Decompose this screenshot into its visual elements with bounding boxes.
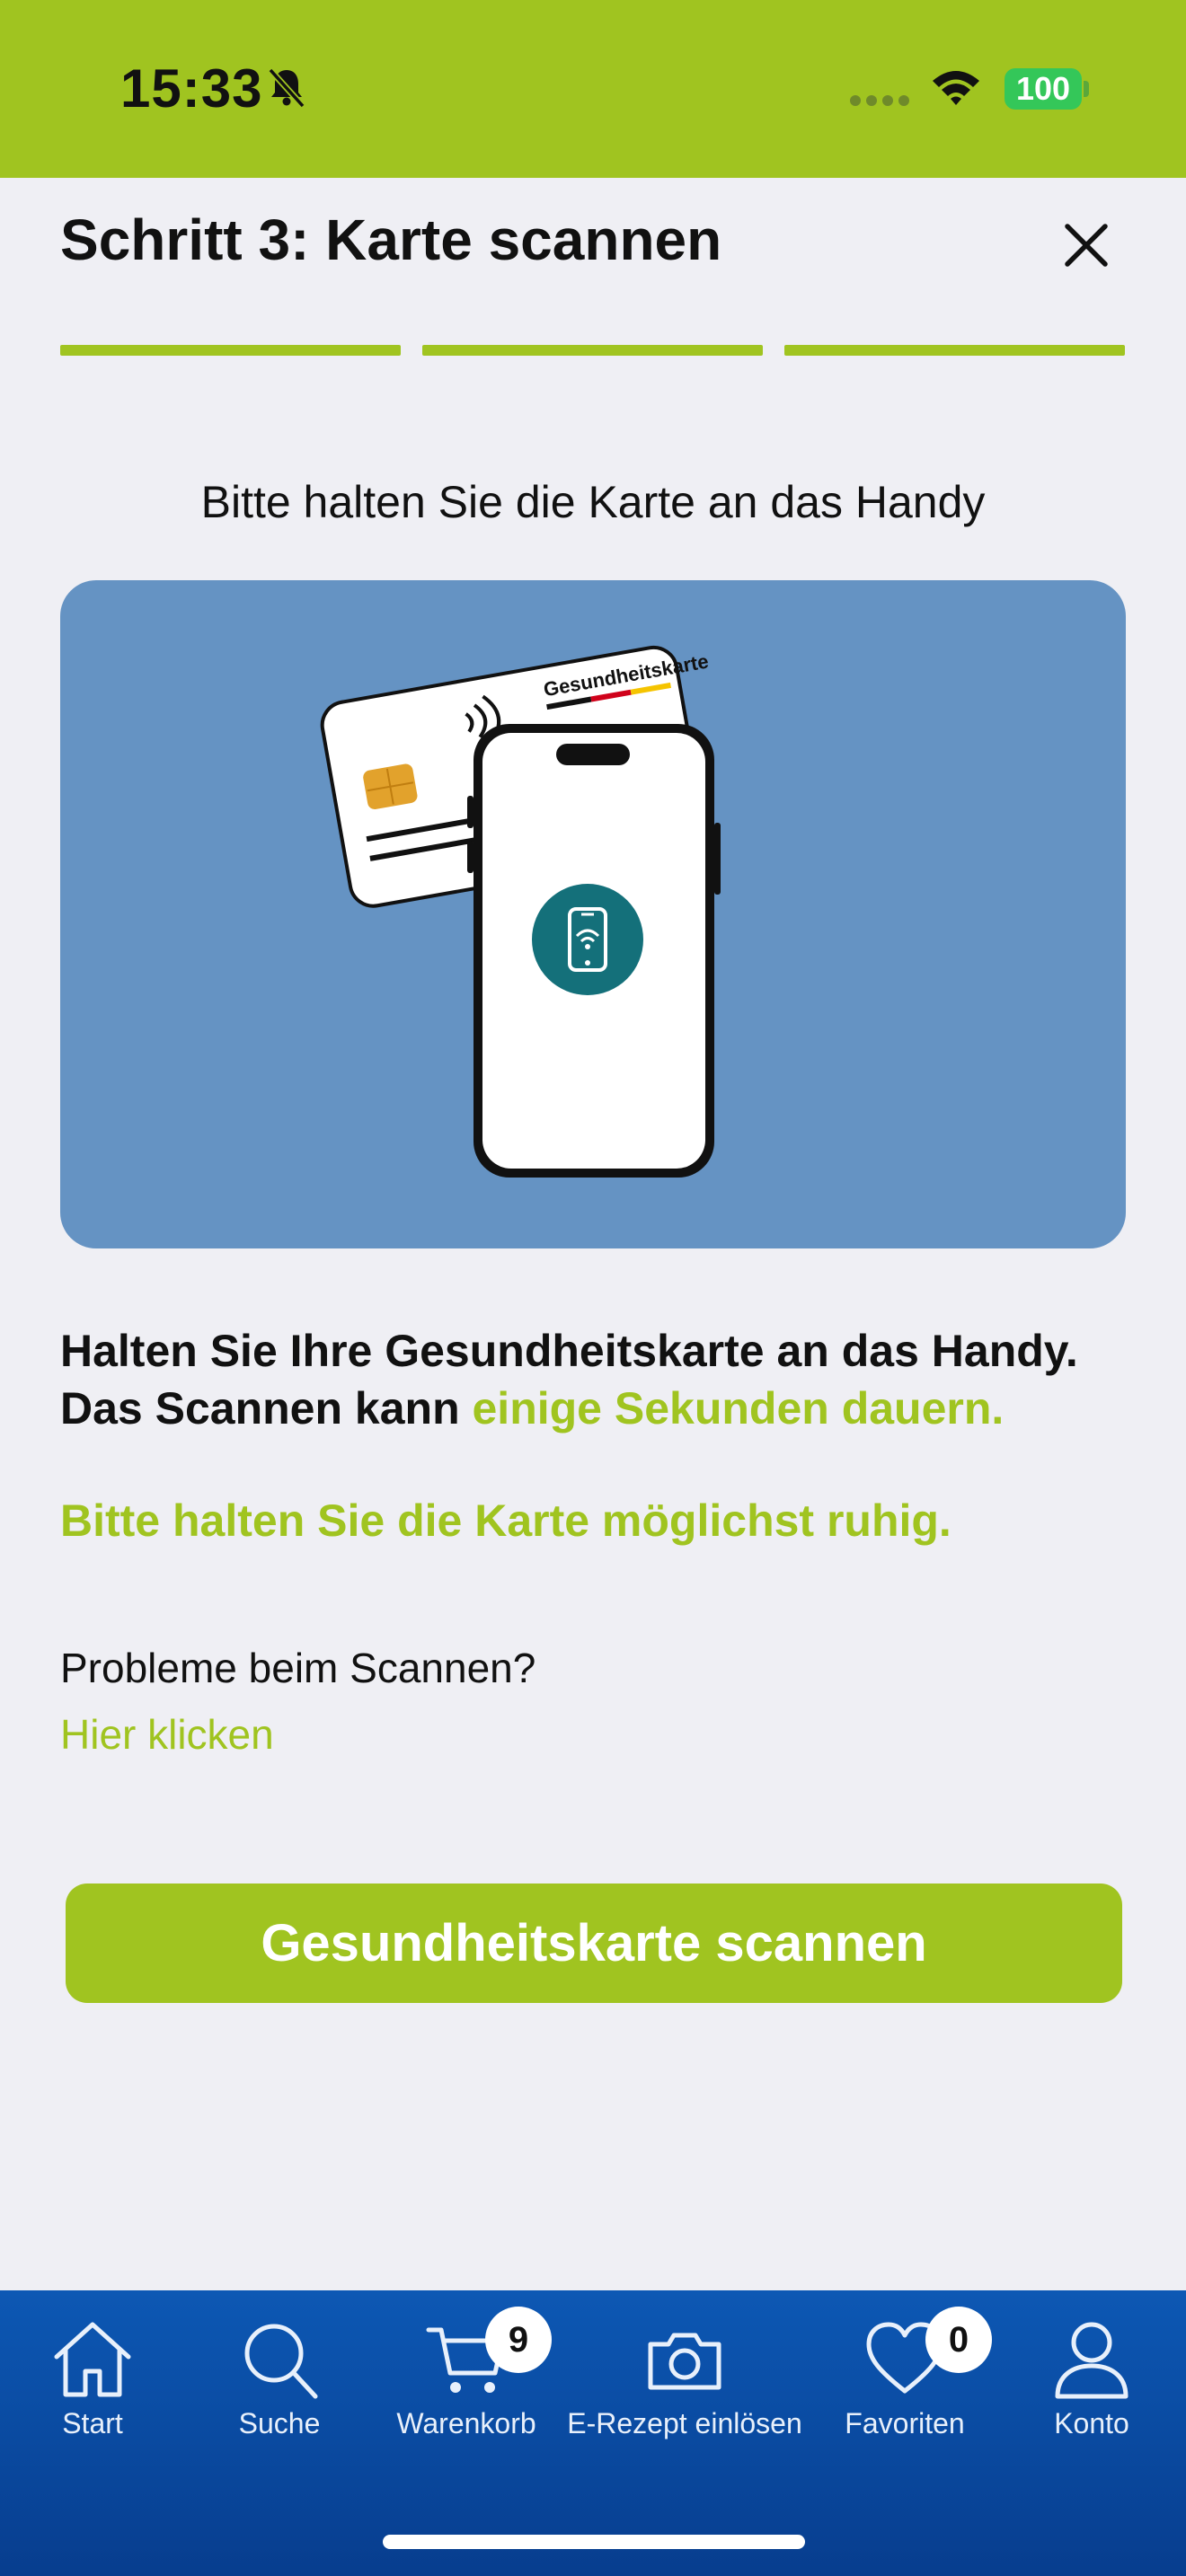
battery-tip xyxy=(1084,81,1089,97)
home-icon xyxy=(54,2322,131,2397)
instruction-line-2-accent: einige Sekunden dauern. xyxy=(472,1383,1005,1434)
progress-step-3 xyxy=(784,345,1125,356)
bell-slash-icon xyxy=(268,67,305,109)
wifi-icon xyxy=(933,71,979,105)
tab-label-konto: Konto xyxy=(1054,2407,1129,2439)
status-bar: 15:33 100 xyxy=(0,0,1186,178)
help-link[interactable]: Hier klicken xyxy=(60,1710,274,1759)
tab-bar: Start Suche Warenkorb 9 E-Rezept einlöse… xyxy=(0,2290,1186,2576)
close-icon[interactable] xyxy=(1057,216,1116,275)
tab-label-favoriten: Favoriten xyxy=(845,2407,965,2439)
status-time: 15:33 xyxy=(120,58,263,119)
tab-label-suche: Suche xyxy=(238,2407,321,2439)
tab-e-rezept[interactable]: E-Rezept einlösen xyxy=(567,2290,802,2470)
scan-illustration: Gesundheitskarte xyxy=(60,580,1126,1248)
battery-indicator: 100 xyxy=(1005,68,1082,110)
signal-icon xyxy=(850,95,909,106)
battery-level: 100 xyxy=(1015,70,1071,107)
tab-label-warenkorb: Warenkorb xyxy=(396,2407,536,2439)
home-indicator[interactable] xyxy=(383,2535,805,2549)
camera-icon xyxy=(648,2333,721,2390)
scan-card-button[interactable]: Gesundheitskarte scannen xyxy=(66,1883,1122,2003)
nfc-icon xyxy=(532,884,643,995)
user-icon xyxy=(1055,2322,1128,2399)
instruction-line-2-prefix: Das Scannen kann xyxy=(60,1383,473,1434)
tab-warenkorb[interactable]: Warenkorb xyxy=(350,2290,583,2470)
instruction-heading: Bitte halten Sie die Karte an das Handy xyxy=(200,477,986,527)
instruction-text: Halten Sie Ihre Gesundheitskarte an das … xyxy=(60,1322,1138,1437)
search-icon xyxy=(244,2324,318,2399)
tab-konto[interactable]: Konto xyxy=(975,2290,1186,2470)
instruction-line-2: Das Scannen kann einige Sekunden dauern. xyxy=(60,1380,1138,1437)
cart-badge: 9 xyxy=(485,2307,552,2373)
progress-step-1 xyxy=(60,345,401,356)
hint-text: Bitte halten Sie die Karte möglichst ruh… xyxy=(60,1495,951,1546)
page-title: Schritt 3: Karte scannen xyxy=(60,207,722,272)
instruction-line-1: Halten Sie Ihre Gesundheitskarte an das … xyxy=(60,1326,1078,1376)
progress-step-2 xyxy=(422,345,763,356)
problem-text: Probleme beim Scannen? xyxy=(60,1645,536,1691)
tab-label-start: Start xyxy=(62,2407,123,2439)
tab-label-e-rezept: E-Rezept einlösen xyxy=(567,2407,802,2439)
